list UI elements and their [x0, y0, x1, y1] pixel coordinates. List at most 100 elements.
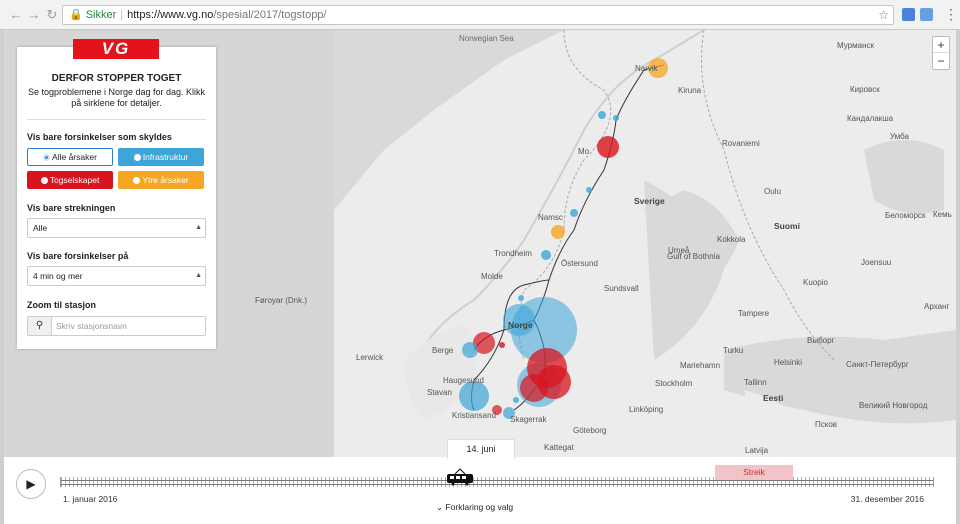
- cause-filter-label: Vis bare forsinkelser som skyldes: [27, 132, 172, 142]
- timeline-start-date: 1. januar 2016: [63, 494, 118, 504]
- map-label: Tampere: [738, 309, 770, 318]
- map-label: Molde: [481, 272, 503, 281]
- map-label: Namsc: [538, 213, 563, 222]
- delay-circle[interactable]: [520, 374, 548, 402]
- map-label: Kattegat: [544, 443, 574, 452]
- station-search: ⚲: [27, 316, 206, 336]
- map-label: Tallinn: [744, 378, 767, 387]
- map-label: Kristiansand: [452, 411, 497, 420]
- divider: [27, 119, 206, 120]
- cause-all-button[interactable]: Alle årsaker: [27, 148, 113, 166]
- forward-icon[interactable]: →: [26, 7, 42, 23]
- extension-icon[interactable]: [920, 8, 933, 21]
- search-icon: ⚲: [28, 317, 52, 335]
- station-search-input[interactable]: [56, 317, 204, 335]
- play-icon: ▶: [26, 477, 36, 491]
- delay-circle[interactable]: [499, 342, 505, 348]
- map-label: Умба: [890, 132, 909, 141]
- map-label: Kiruna: [678, 86, 702, 95]
- map-label: Turku: [723, 346, 744, 355]
- current-date-tab: 14. juni: [447, 439, 515, 459]
- delay-select-value: 4 min og mer: [33, 271, 83, 281]
- map-label: Stockholm: [655, 379, 693, 388]
- map-label: Oulu: [764, 187, 781, 196]
- map-label: Helsinki: [774, 358, 803, 367]
- delay-circle[interactable]: [597, 136, 619, 158]
- cause-infrastructure-button[interactable]: Infrastruktur: [118, 148, 204, 166]
- reload-icon[interactable]: ↻: [44, 7, 60, 23]
- lock-icon: 🔒: [69, 9, 83, 21]
- radio-icon: [133, 177, 141, 184]
- delay-circle[interactable]: [598, 111, 606, 119]
- map-label: Великий Новгород: [859, 401, 928, 410]
- cause-trainoperator-button[interactable]: Togselskapet: [27, 171, 113, 189]
- bookmark-star-icon[interactable]: ☆: [878, 6, 889, 24]
- cause-tog-label: Togselskapet: [49, 175, 100, 185]
- rail: [61, 480, 933, 481]
- legend-toggle[interactable]: ⌄ Forklaring og valg: [436, 502, 513, 513]
- map-label: Выборг: [807, 336, 835, 345]
- timeline-track[interactable]: [60, 477, 934, 487]
- map-label: Мурманск: [837, 41, 874, 50]
- url-host: https://www.vg.no: [127, 9, 214, 21]
- map-label: Norwegian Sea: [459, 34, 514, 43]
- radio-icon: [43, 154, 51, 161]
- map-label: Haugesund: [443, 376, 484, 385]
- zoom-control: + −: [932, 36, 950, 70]
- map-label: Östersund: [561, 259, 598, 268]
- browser-toolbar: ← → ↻ 🔒 Sikker | https://www.vg.no/spesial/…: [0, 0, 960, 30]
- map-label: Skagerrak: [510, 415, 547, 424]
- menu-icon[interactable]: ⋮: [944, 6, 958, 22]
- strike-marker[interactable]: Streik: [715, 465, 793, 480]
- cause-external-button[interactable]: Ytre årsaker: [118, 171, 204, 189]
- delay-circle[interactable]: [513, 397, 519, 403]
- zoom-in-button[interactable]: +: [933, 37, 949, 53]
- delay-circle[interactable]: [462, 342, 478, 358]
- map-label: Кировск: [850, 85, 880, 94]
- delay-circle[interactable]: [551, 225, 565, 239]
- extension-icon[interactable]: [902, 8, 915, 21]
- address-bar[interactable]: 🔒 Sikker | https://www.vg.no/spesial/2017/t…: [62, 5, 894, 25]
- cause-infra-label: Infrastruktur: [142, 152, 189, 162]
- control-panel: VG DERFOR STOPPER TOGET Se togproblemene…: [17, 39, 216, 349]
- delay-circle[interactable]: [459, 381, 489, 411]
- radio-icon: [133, 154, 141, 161]
- delay-circle[interactable]: [541, 250, 551, 260]
- map-label: Кемь: [933, 210, 952, 219]
- map-label: Арханг: [924, 302, 950, 311]
- map-label: Narvik: [635, 64, 658, 73]
- map-label: Беломорск: [885, 211, 926, 220]
- play-button[interactable]: ▶: [16, 469, 46, 499]
- vg-logo[interactable]: VG: [73, 39, 159, 59]
- train-handle-icon[interactable]: [445, 468, 475, 486]
- timeline-end-date: 31. desember 2016: [850, 494, 924, 504]
- rail: [61, 484, 933, 485]
- secure-label: Sikker: [85, 9, 117, 21]
- url-path: /spesial/2017/togstopp/: [213, 9, 327, 21]
- back-icon[interactable]: ←: [8, 7, 24, 23]
- map-label: Kokkola: [717, 235, 746, 244]
- delay-select[interactable]: 4 min og mer ▲: [27, 266, 206, 286]
- delay-circle[interactable]: [570, 209, 578, 217]
- panel-subtitle: Se togproblemene i Norge dag for dag. Kl…: [27, 87, 206, 108]
- map-label: Mariehamn: [680, 361, 721, 370]
- delay-circle[interactable]: [613, 115, 619, 121]
- line-select[interactable]: Alle ▲: [27, 218, 206, 238]
- select-arrows-icon: ▲: [195, 272, 202, 279]
- map-label: Псков: [815, 420, 838, 429]
- map-label: Suomi: [774, 221, 800, 231]
- map-label: Stavan: [427, 388, 452, 397]
- delay-circle[interactable]: [586, 187, 592, 193]
- zoom-out-button[interactable]: −: [933, 53, 949, 69]
- map-label: Rovaniemi: [722, 139, 760, 148]
- panel-title: DERFOR STOPPER TOGET: [51, 73, 182, 84]
- delay-circle[interactable]: [518, 295, 524, 301]
- map-label: Berge: [432, 346, 454, 355]
- map-label: Sverige: [634, 196, 665, 206]
- map-label: Eesti: [763, 393, 784, 403]
- rail-ties: [61, 477, 933, 487]
- map-label: Sundsvall: [604, 284, 639, 293]
- map-label: Kuopio: [803, 278, 828, 287]
- map-label: Norge: [508, 320, 533, 330]
- url-separator: |: [120, 9, 124, 21]
